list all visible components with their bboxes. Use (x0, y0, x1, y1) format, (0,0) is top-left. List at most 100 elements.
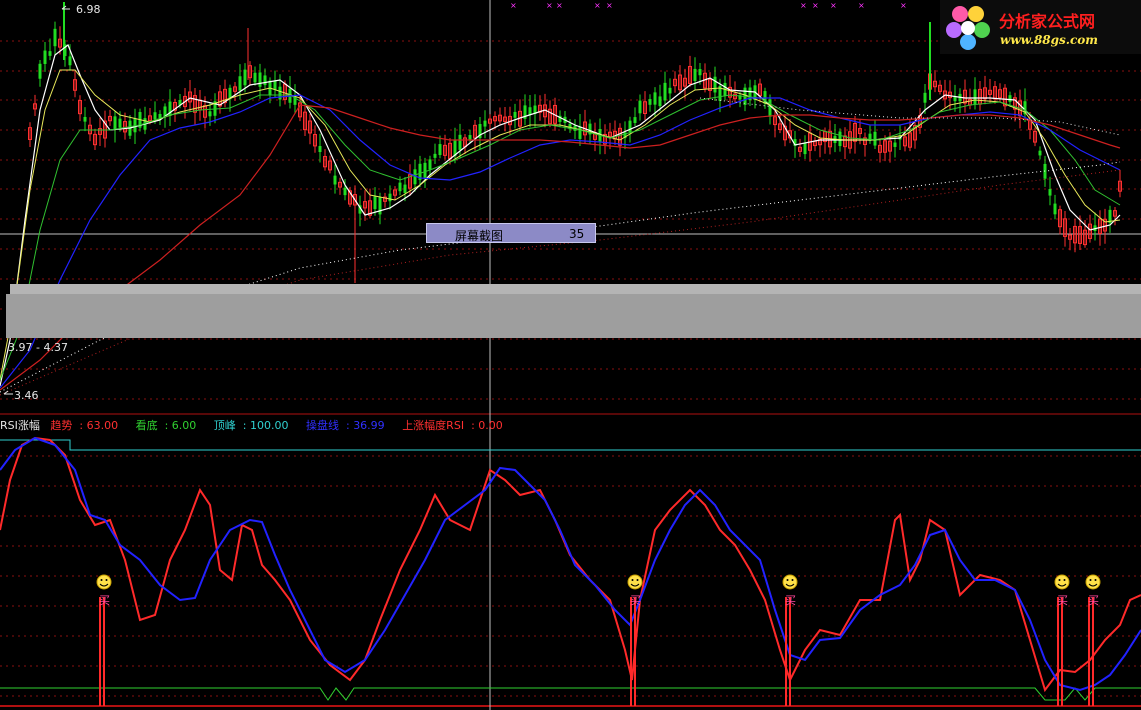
candle-down (638, 100, 642, 114)
candle-down (838, 131, 842, 147)
buy-signal-label: 买 (785, 594, 796, 607)
candle-down (1048, 189, 1052, 196)
candle-down (693, 68, 697, 82)
candle-down (578, 126, 582, 139)
candle-down (388, 193, 392, 202)
candle-down (238, 76, 242, 91)
buy-signal-label: 买 (1057, 594, 1068, 607)
smiley-icon-eye (100, 579, 103, 581)
candle-down (458, 134, 462, 150)
field-bottom: 看底: 6.00 (135, 419, 197, 432)
candle-down (68, 56, 72, 66)
candle-down (713, 76, 717, 93)
price-low-label: 3.46 (14, 389, 39, 402)
smiley-icon (627, 574, 643, 590)
operation-line (0, 436, 1141, 692)
smiley-icon (1054, 574, 1070, 590)
screenshot-tooltip: 屏幕截图 35 (426, 223, 596, 243)
candle-down (873, 131, 877, 146)
smiley-icon (1085, 574, 1101, 590)
candle-down (318, 146, 322, 153)
candle-down (113, 116, 117, 130)
candle-down (648, 99, 652, 105)
candle-down (158, 113, 162, 118)
trend-line (0, 436, 1141, 693)
candle-down (83, 116, 87, 122)
candle-down (243, 69, 247, 86)
pointer-icon (3, 390, 13, 395)
signal-marker: × (594, 1, 601, 10)
price-high-label: 6.98 (76, 3, 101, 16)
candle-down (433, 153, 437, 158)
candle-down (378, 197, 382, 215)
smiley-icon (96, 574, 112, 590)
smiley-icon-eye (1058, 579, 1061, 581)
indicator-name: RSI涨幅 (0, 419, 40, 432)
candle-down (48, 51, 52, 56)
candle-down (43, 50, 47, 64)
signal-marker: × (800, 1, 807, 10)
candle-down (403, 184, 407, 193)
candle-down (253, 72, 257, 83)
tooltip-value: 35 (569, 227, 585, 241)
candle-down (263, 75, 267, 86)
signal-marker: × (510, 1, 517, 10)
ma-long-red-dotted (0, 169, 1121, 396)
candle-down (438, 144, 442, 156)
logo-url: www.88gs.com (1000, 33, 1098, 47)
candle-down (53, 28, 57, 47)
candle-down (333, 175, 337, 185)
logo-title: 分析家公式网 (999, 12, 1096, 31)
signal-marker: × (900, 1, 907, 10)
ma-long-dotted (0, 161, 1121, 393)
smiley-icon-eye (791, 579, 794, 581)
candle-down (1053, 203, 1057, 215)
candle-down (343, 187, 347, 196)
field-trend: 趋势: 63.00 (50, 419, 119, 432)
signal-marker: × (546, 1, 553, 10)
site-logo[interactable]: 分析家公式网 www.88gs.com (940, 0, 1141, 54)
candle-down (373, 196, 377, 210)
buy-signal-label: 买 (1088, 594, 1099, 607)
candle-down (428, 159, 432, 170)
signal-marker: × (812, 1, 819, 10)
smiley-icon-eye (1089, 579, 1092, 581)
candle-down (923, 92, 927, 103)
chart-stage[interactable]: × × × × × × × × × × 买买买买买 6.98 3.97 - 4.37 3.46 屏幕… (0, 0, 1141, 710)
ma-red (0, 104, 1121, 391)
smiley-icon-eye (1063, 579, 1066, 581)
price-range-label: 3.97 - 4.37 (8, 341, 68, 354)
peak-line (0, 439, 1141, 451)
tooltip-label: 屏幕截图 (455, 229, 504, 243)
smiley-icon-eye (1094, 579, 1097, 581)
signal-marker: × (556, 1, 563, 10)
field-rise-rsi: 上涨幅度RSI: 0.00 (402, 419, 503, 432)
candle-down (633, 117, 637, 123)
field-peak: 顶峰: 100.00 (213, 419, 289, 432)
candle-down (398, 182, 402, 192)
signal-marker: × (858, 1, 865, 10)
candle-down (1038, 150, 1042, 156)
signal-marker: × (606, 1, 613, 10)
candle-down (768, 99, 772, 117)
bottom-line (0, 687, 1141, 701)
candle-down (513, 111, 517, 118)
candle-down (668, 87, 672, 94)
candle-down (698, 69, 702, 76)
candle-down (1008, 95, 1012, 102)
smiley-icon-eye (631, 579, 634, 581)
buy-signal-label: 买 (99, 594, 110, 607)
price-overlay-band-top (10, 284, 1141, 294)
candle-down (258, 72, 262, 87)
signal-marker: × (830, 1, 837, 10)
candle-down (893, 142, 897, 147)
field-operation-line: 操盘线: 36.99 (305, 419, 385, 432)
smiley-icon-eye (636, 579, 639, 581)
smiley-icon-eye (105, 579, 108, 581)
smiley-icon (782, 574, 798, 590)
candle-down (208, 111, 212, 117)
flower-logo-icon (946, 6, 990, 50)
chart-canvas[interactable]: × × × × × × × × × ×买买买买买 (0, 0, 1141, 710)
candle-down (118, 118, 122, 128)
candle-down (483, 120, 487, 127)
